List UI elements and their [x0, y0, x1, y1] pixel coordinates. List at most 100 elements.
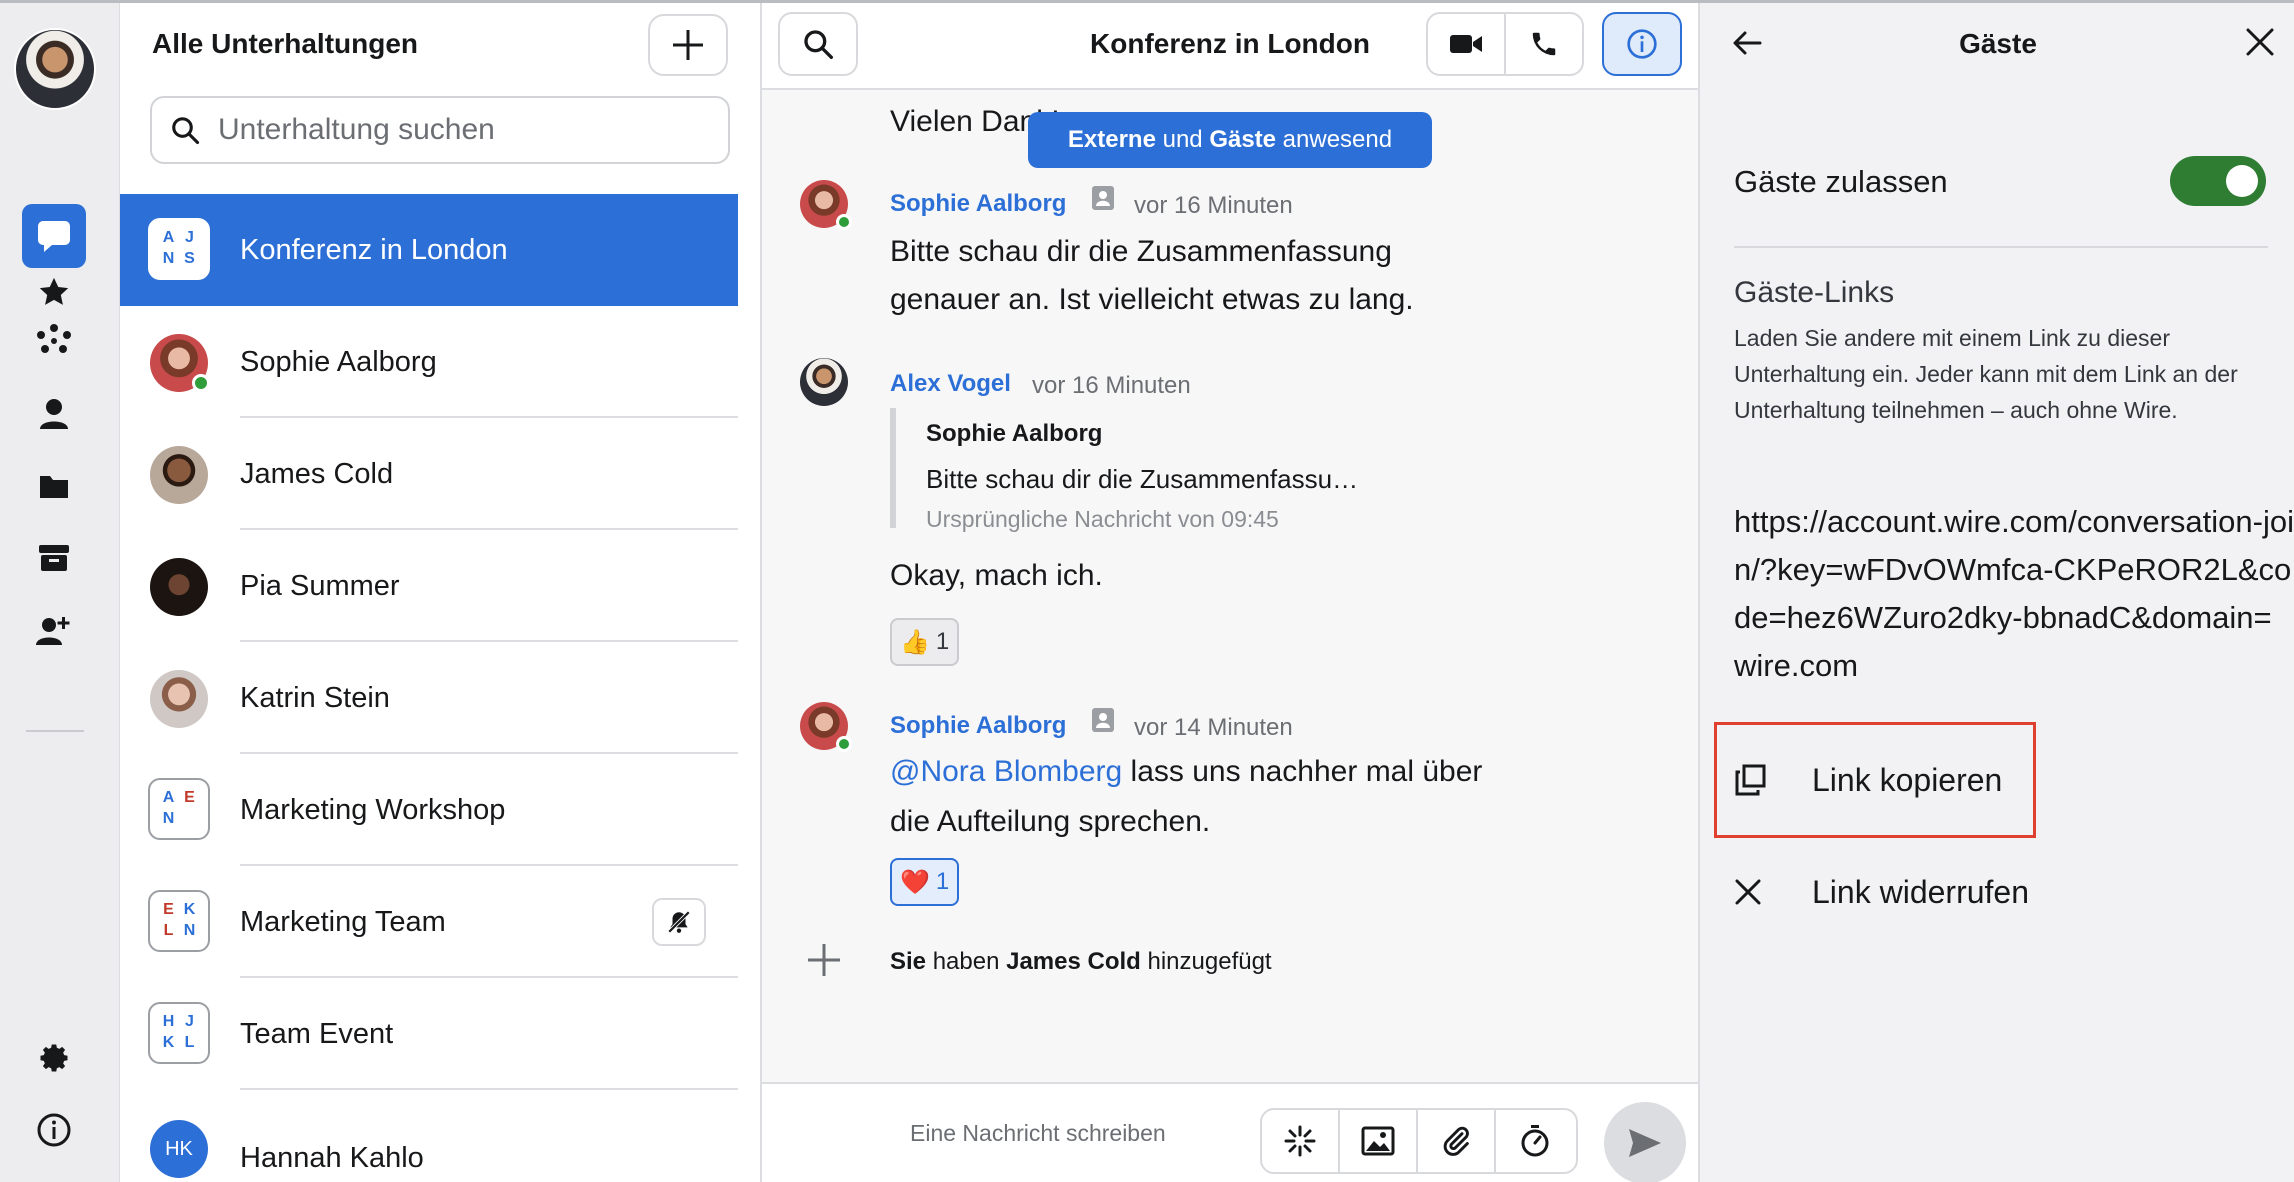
groups-icon[interactable]	[22, 308, 86, 372]
conversation-name: James Cold	[240, 457, 394, 490]
conversations-icon[interactable]	[22, 204, 86, 268]
info-icon	[1627, 29, 1657, 59]
conversation-item[interactable]: Pia Summer	[120, 530, 738, 642]
revoke-link-button[interactable]: Link widerrufen	[1734, 872, 2029, 912]
conversation-item[interactable]: James Cold	[120, 418, 738, 530]
image-icon	[1361, 1126, 1395, 1156]
settings-button[interactable]	[22, 1026, 86, 1090]
quote-sender: Sophie Aalborg	[926, 420, 1103, 447]
message-sender[interactable]: Alex Vogel	[890, 370, 1011, 398]
conversation-item[interactable]: H J K L Team Event	[120, 978, 738, 1090]
group-avatar: E K L N	[148, 890, 210, 952]
window-top-border	[0, 0, 2294, 3]
about-button[interactable]	[22, 1098, 86, 1162]
copy-icon	[1735, 764, 1766, 796]
gear-icon	[40, 1044, 68, 1072]
conversation-item[interactable]: Katrin Stein	[120, 642, 738, 754]
conversation-item[interactable]: E K L N Marketing Team	[120, 866, 738, 978]
initials-avatar: HK	[150, 1120, 208, 1178]
attachment-button[interactable]	[1418, 1110, 1496, 1172]
message-text: @Nora Blomberg lass uns nachher mal über	[890, 755, 1483, 788]
toggle-knob	[2226, 165, 2258, 197]
send-icon	[1629, 1129, 1661, 1157]
message-text: Bitte schau dir die Zusammenfassung	[890, 235, 1392, 268]
guest-options-panel: Gäste Gäste zulassen Gäste-Links Laden S…	[1698, 0, 2294, 1182]
chat-header: Konferenz in London	[762, 0, 1698, 90]
people-dots-icon	[37, 324, 71, 353]
reaction-heart[interactable]: ❤️ 1	[890, 858, 960, 906]
close-icon	[1735, 879, 1761, 905]
online-indicator	[836, 736, 852, 752]
panel-title: Gäste	[1959, 28, 2037, 59]
copy-link-label: Link kopieren	[1812, 761, 2003, 798]
reaction-thumbs-up[interactable]: 👍 1	[890, 618, 960, 666]
folder-icon	[40, 476, 68, 498]
chat-search-button[interactable]	[778, 12, 858, 76]
panel-divider	[1734, 246, 2268, 248]
ping-icon	[1284, 1125, 1316, 1157]
my-avatar[interactable]	[14, 28, 96, 110]
avatar	[150, 558, 208, 616]
star-icon	[39, 277, 69, 305]
online-indicator	[192, 374, 210, 392]
message-composer: Eine Nachricht schreiben	[762, 1082, 1698, 1182]
add-person-icon	[36, 617, 70, 645]
bell-off-icon	[667, 910, 691, 934]
search-icon	[804, 30, 833, 59]
search-icon	[172, 117, 200, 145]
conversation-name: Marketing Team	[240, 905, 446, 938]
composer-tools	[1260, 1108, 1578, 1174]
files-icon[interactable]	[22, 454, 86, 518]
message-sender[interactable]: Sophie Aalborg	[890, 712, 1066, 740]
guests-present-banner: Externe und Gäste anwesend	[1028, 112, 1432, 168]
timer-button[interactable]	[1496, 1110, 1574, 1172]
message-text: genauer an. Ist vielleicht etwas zu lang…	[890, 283, 1414, 316]
ping-button[interactable]	[1262, 1110, 1340, 1172]
conversation-item[interactable]: Sophie Aalborg	[120, 306, 738, 418]
message-time: vor 16 Minuten	[1032, 372, 1191, 399]
audio-call-button[interactable]	[1504, 12, 1584, 76]
add-person-button[interactable]	[22, 598, 86, 662]
video-call-button[interactable]	[1426, 12, 1506, 76]
mention-link[interactable]: @Nora Blomberg	[890, 755, 1122, 788]
conversation-list-panel: Alle Unterhaltungen Unterhaltung suchen …	[120, 0, 762, 1182]
message-sender[interactable]: Sophie Aalborg	[890, 190, 1066, 218]
info-icon	[37, 1113, 71, 1147]
sidebar-separator	[26, 730, 84, 732]
conversation-item[interactable]: HK Hannah Kahlo	[120, 1090, 738, 1182]
chat-panel: Konferenz in London Vielen Dank! Externe…	[762, 0, 1698, 1182]
allow-guests-toggle[interactable]	[2170, 156, 2266, 206]
conversation-info-button[interactable]	[1602, 12, 1682, 76]
people-icon[interactable]	[22, 382, 86, 446]
new-conversation-button[interactable]	[648, 14, 728, 76]
conversation-search-input[interactable]: Unterhaltung suchen	[150, 96, 730, 164]
paperclip-icon	[1443, 1126, 1469, 1156]
archive-button[interactable]	[22, 526, 86, 590]
avatar[interactable]	[800, 358, 848, 406]
quoted-message[interactable]: Sophie Aalborg Bitte schau dir die Zusam…	[890, 408, 1450, 532]
send-button[interactable]	[1604, 1102, 1686, 1182]
guest-link-url: https://account.wire.com/conversation-jo…	[1734, 504, 2294, 683]
system-message: Sie haben James Cold hinzugefügt	[890, 948, 1272, 975]
video-camera-icon	[1450, 35, 1482, 53]
message-time: vor 14 Minuten	[1134, 714, 1293, 741]
conversation-item[interactable]: A E N Marketing Workshop	[120, 754, 738, 866]
conversation-name: Katrin Stein	[240, 681, 390, 714]
conversation-name: Hannah Kahlo	[240, 1142, 424, 1174]
allow-guests-label: Gäste zulassen	[1734, 164, 1948, 199]
muted-button[interactable]	[652, 898, 706, 946]
revoke-link-label: Link widerrufen	[1812, 873, 2029, 910]
chat-bubble-icon	[38, 221, 70, 252]
image-button[interactable]	[1340, 1110, 1418, 1172]
close-icon[interactable]	[2244, 26, 2276, 58]
conversation-item[interactable]: A J N S Konferenz in London	[120, 194, 738, 306]
person-icon	[40, 399, 68, 429]
guest-links-description: Laden Sie andere mit einem Link zu diese…	[1734, 325, 2238, 423]
phone-icon	[1532, 32, 1556, 56]
message-time: vor 16 Minuten	[1134, 192, 1293, 219]
conversation-name: Konferenz in London	[240, 233, 508, 266]
plus-icon	[673, 30, 703, 60]
message-input[interactable]: Eine Nachricht schreiben	[910, 1120, 1166, 1147]
conversation-name: Marketing Workshop	[240, 793, 506, 826]
copy-link-button[interactable]: Link kopieren	[1734, 760, 2002, 800]
